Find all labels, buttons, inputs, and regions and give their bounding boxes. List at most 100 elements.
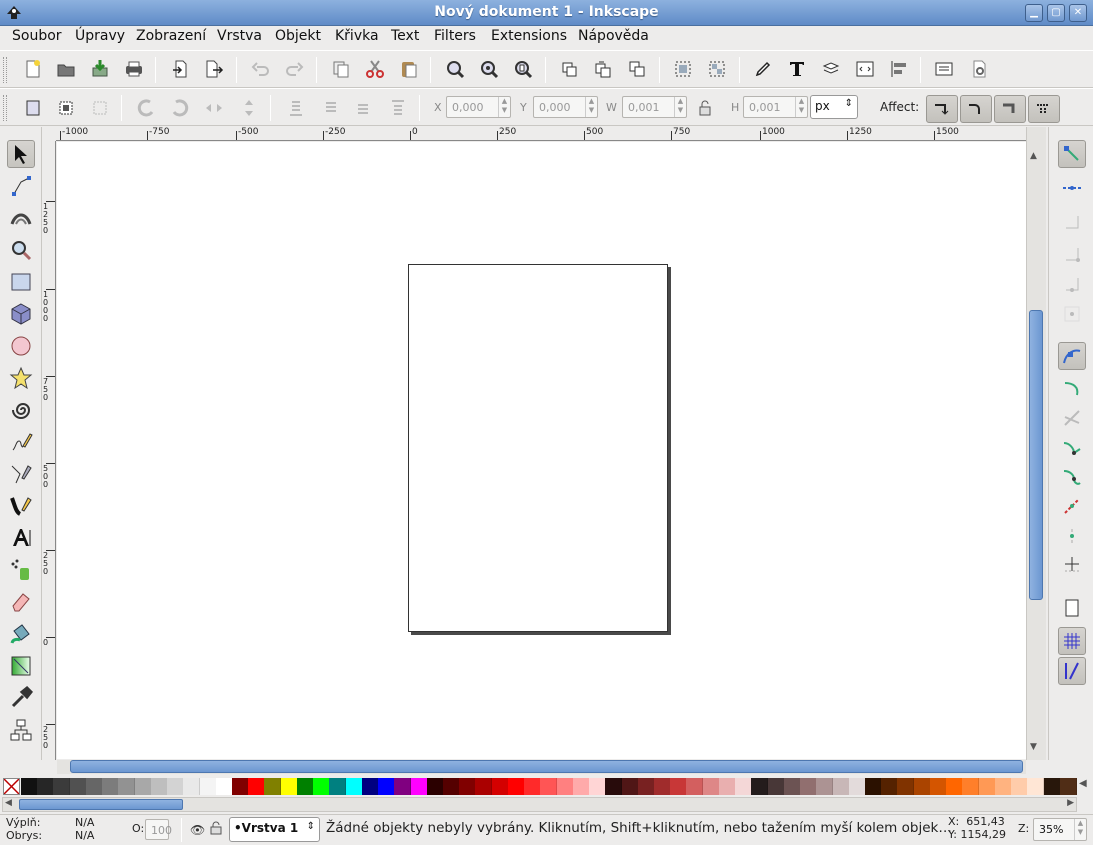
spiral-tool[interactable] — [7, 396, 35, 424]
zoom-selection-icon[interactable] — [442, 56, 468, 82]
color-swatch[interactable] — [865, 778, 882, 795]
unit-select[interactable]: px ⇕ — [810, 95, 858, 119]
x-field[interactable]: 0,000 ▲ ▼ — [446, 96, 511, 118]
rotate-ccw-icon[interactable] — [133, 95, 159, 121]
palette-scroll-left-icon[interactable]: ◀ — [5, 798, 12, 808]
no-paint-swatch[interactable] — [3, 778, 20, 795]
color-swatch[interactable] — [654, 778, 671, 795]
color-swatch[interactable] — [134, 778, 152, 795]
selector-tool[interactable] — [7, 140, 35, 168]
cut-icon[interactable] — [362, 56, 388, 82]
color-swatch[interactable] — [378, 778, 396, 795]
snap-grids-icon[interactable] — [1058, 627, 1086, 655]
affect-rounded-corners-button[interactable] — [960, 95, 992, 123]
align-distribute-icon[interactable] — [886, 56, 912, 82]
opacity-field[interactable]: 100 — [145, 819, 172, 840]
menu-help[interactable]: Nápověda — [578, 28, 649, 44]
import-icon[interactable] — [168, 56, 194, 82]
color-swatch[interactable] — [1043, 778, 1061, 795]
zoom-field[interactable]: 35% ▲ ▼ — [1033, 818, 1087, 841]
new-document-icon[interactable] — [20, 56, 46, 82]
color-swatch[interactable] — [767, 778, 785, 795]
color-swatch[interactable] — [53, 778, 71, 795]
flip-horizontal-icon[interactable] — [201, 95, 227, 121]
palette-menu-icon[interactable]: ◀ — [1079, 778, 1087, 789]
color-swatch[interactable] — [783, 778, 801, 795]
color-swatch[interactable] — [21, 778, 38, 795]
color-swatch[interactable] — [832, 778, 850, 795]
affect-patterns-button[interactable] — [1028, 95, 1060, 123]
horizontal-scrollbar[interactable] — [57, 760, 1026, 774]
layers-icon[interactable] — [818, 56, 844, 82]
color-swatch[interactable] — [426, 778, 444, 795]
color-swatch[interactable] — [280, 778, 298, 795]
scroll-down-icon[interactable]: ▼ — [1030, 742, 1037, 752]
xml-editor-icon[interactable] — [852, 56, 878, 82]
height-field[interactable]: 0,001 ▲ ▼ — [743, 96, 808, 118]
lock-icon[interactable] — [692, 95, 718, 121]
flip-vertical-icon[interactable] — [236, 95, 262, 121]
color-swatch[interactable] — [232, 778, 249, 795]
menu-extensions[interactable]: Extensions — [491, 28, 567, 44]
tweak-tool[interactable] — [7, 204, 35, 232]
affect-stroke-width-button[interactable] — [926, 95, 958, 123]
color-swatch[interactable] — [702, 778, 720, 795]
color-swatch[interactable] — [264, 778, 282, 795]
snap-bbox-icon[interactable] — [1058, 174, 1086, 202]
spray-tool[interactable] — [7, 556, 35, 584]
paste-icon[interactable] — [396, 56, 422, 82]
color-swatch[interactable] — [524, 778, 542, 795]
color-swatch[interactable] — [443, 778, 460, 795]
raise-to-top-icon[interactable] — [385, 95, 411, 121]
color-swatch[interactable] — [313, 778, 331, 795]
page-area[interactable] — [408, 264, 668, 632]
connector-tool[interactable] — [7, 716, 35, 744]
raise-icon[interactable] — [351, 95, 377, 121]
color-swatch[interactable] — [361, 778, 379, 795]
color-swatch[interactable] — [994, 778, 1012, 795]
save-icon[interactable] — [87, 56, 113, 82]
select-all-layers-icon[interactable] — [53, 95, 79, 121]
stroke-value[interactable]: N/A — [75, 829, 94, 842]
snap-page-border-icon[interactable] — [1058, 594, 1086, 622]
color-swatch[interactable] — [459, 778, 477, 795]
fill-value[interactable]: N/A — [75, 816, 94, 829]
color-swatch[interactable] — [85, 778, 103, 795]
color-swatch[interactable] — [848, 778, 866, 795]
group-icon[interactable] — [670, 56, 696, 82]
snap-bbox-edges-icon[interactable] — [1058, 208, 1086, 236]
rotate-cw-icon[interactable] — [167, 95, 193, 121]
eye-icon[interactable]: 👁 — [190, 823, 205, 837]
color-swatch[interactable] — [670, 778, 688, 795]
zoom-tool[interactable] — [7, 236, 35, 264]
y-field[interactable]: 0,000 ▲ ▼ — [533, 96, 598, 118]
open-icon[interactable] — [53, 56, 79, 82]
palette-scrollbar[interactable]: ◀ ▶ — [2, 797, 1077, 812]
color-swatch[interactable] — [296, 778, 314, 795]
color-swatch[interactable] — [637, 778, 655, 795]
rectangle-tool[interactable] — [7, 268, 35, 296]
zoom-page-icon[interactable] — [510, 56, 536, 82]
toolbar-grip[interactable] — [3, 95, 7, 121]
vertical-scroll-thumb[interactable] — [1029, 310, 1043, 600]
horizontal-scroll-thumb[interactable] — [70, 760, 1023, 773]
document-properties-icon[interactable] — [931, 56, 957, 82]
palette-scroll-right-icon[interactable]: ▶ — [1067, 798, 1074, 808]
color-swatch[interactable] — [69, 778, 87, 795]
snap-nodes-icon[interactable] — [1058, 342, 1086, 370]
close-button[interactable]: ✕ — [1069, 4, 1087, 22]
eraser-tool[interactable] — [7, 588, 35, 616]
vertical-scrollbar[interactable]: ▲ ▼ — [1026, 127, 1046, 760]
ellipse-tool[interactable] — [7, 332, 35, 360]
color-swatch[interactable] — [686, 778, 704, 795]
unlink-clone-icon[interactable] — [624, 56, 650, 82]
color-swatch[interactable] — [589, 778, 607, 795]
pencil-tool[interactable] — [7, 428, 35, 456]
color-swatch[interactable] — [718, 778, 736, 795]
fill-stroke-icon[interactable] — [750, 56, 776, 82]
snap-line-midpoints-icon[interactable] — [1058, 492, 1086, 520]
palette-scroll-thumb[interactable] — [19, 799, 183, 810]
color-swatch[interactable] — [345, 778, 363, 795]
snap-guides-icon[interactable] — [1058, 657, 1086, 685]
3d-box-tool[interactable] — [7, 300, 35, 328]
